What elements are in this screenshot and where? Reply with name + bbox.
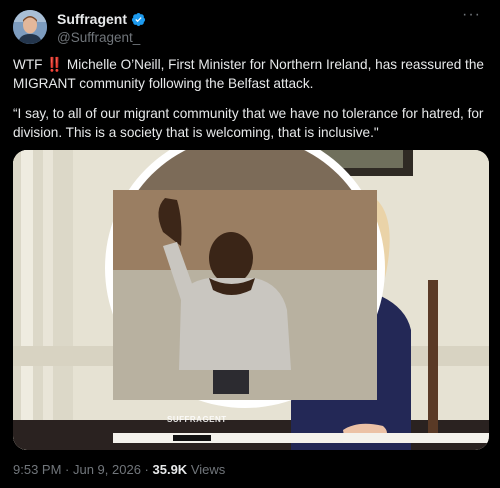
media-photo <box>13 150 489 450</box>
tweet-prefix: WTF <box>13 57 47 72</box>
meta-separator: · <box>61 462 73 477</box>
tweet-line-1-text: Michelle O’Neill, First Minister for Nor… <box>13 57 488 91</box>
double-exclamation-emoji: ‼️ <box>46 57 64 72</box>
tweet-line-1: WTF ‼️ Michelle O’Neill, First Minister … <box>13 55 489 93</box>
media-watermark: SUFFRAGENT <box>167 415 227 424</box>
views-count: 35.9K <box>152 462 188 477</box>
meta-separator: · <box>140 462 153 477</box>
tweet-meta: 9:53 PM · Jun 9, 2026 · 35.9K Views <box>13 462 225 477</box>
more-horizontal-icon[interactable]: ··· <box>462 6 481 24</box>
views-label: Views <box>187 462 226 477</box>
author-name-row: Suffragent <box>57 11 146 27</box>
tweet-media[interactable]: SUFFRAGENT <box>13 150 489 450</box>
tweet-quote: “I say, to all of our migrant community … <box>13 106 488 140</box>
author-handle[interactable]: @Suffragent_ <box>57 30 140 45</box>
tweet-time[interactable]: 9:53 PM <box>13 462 61 477</box>
tweet-date[interactable]: Jun 9, 2026 <box>73 462 141 477</box>
avatar-portrait <box>13 10 47 44</box>
avatar[interactable] <box>13 10 47 44</box>
tweet-text: WTF ‼️ Michelle O’Neill, First Minister … <box>13 55 489 153</box>
verified-badge-icon <box>131 12 146 26</box>
display-name[interactable]: Suffragent <box>57 11 127 27</box>
